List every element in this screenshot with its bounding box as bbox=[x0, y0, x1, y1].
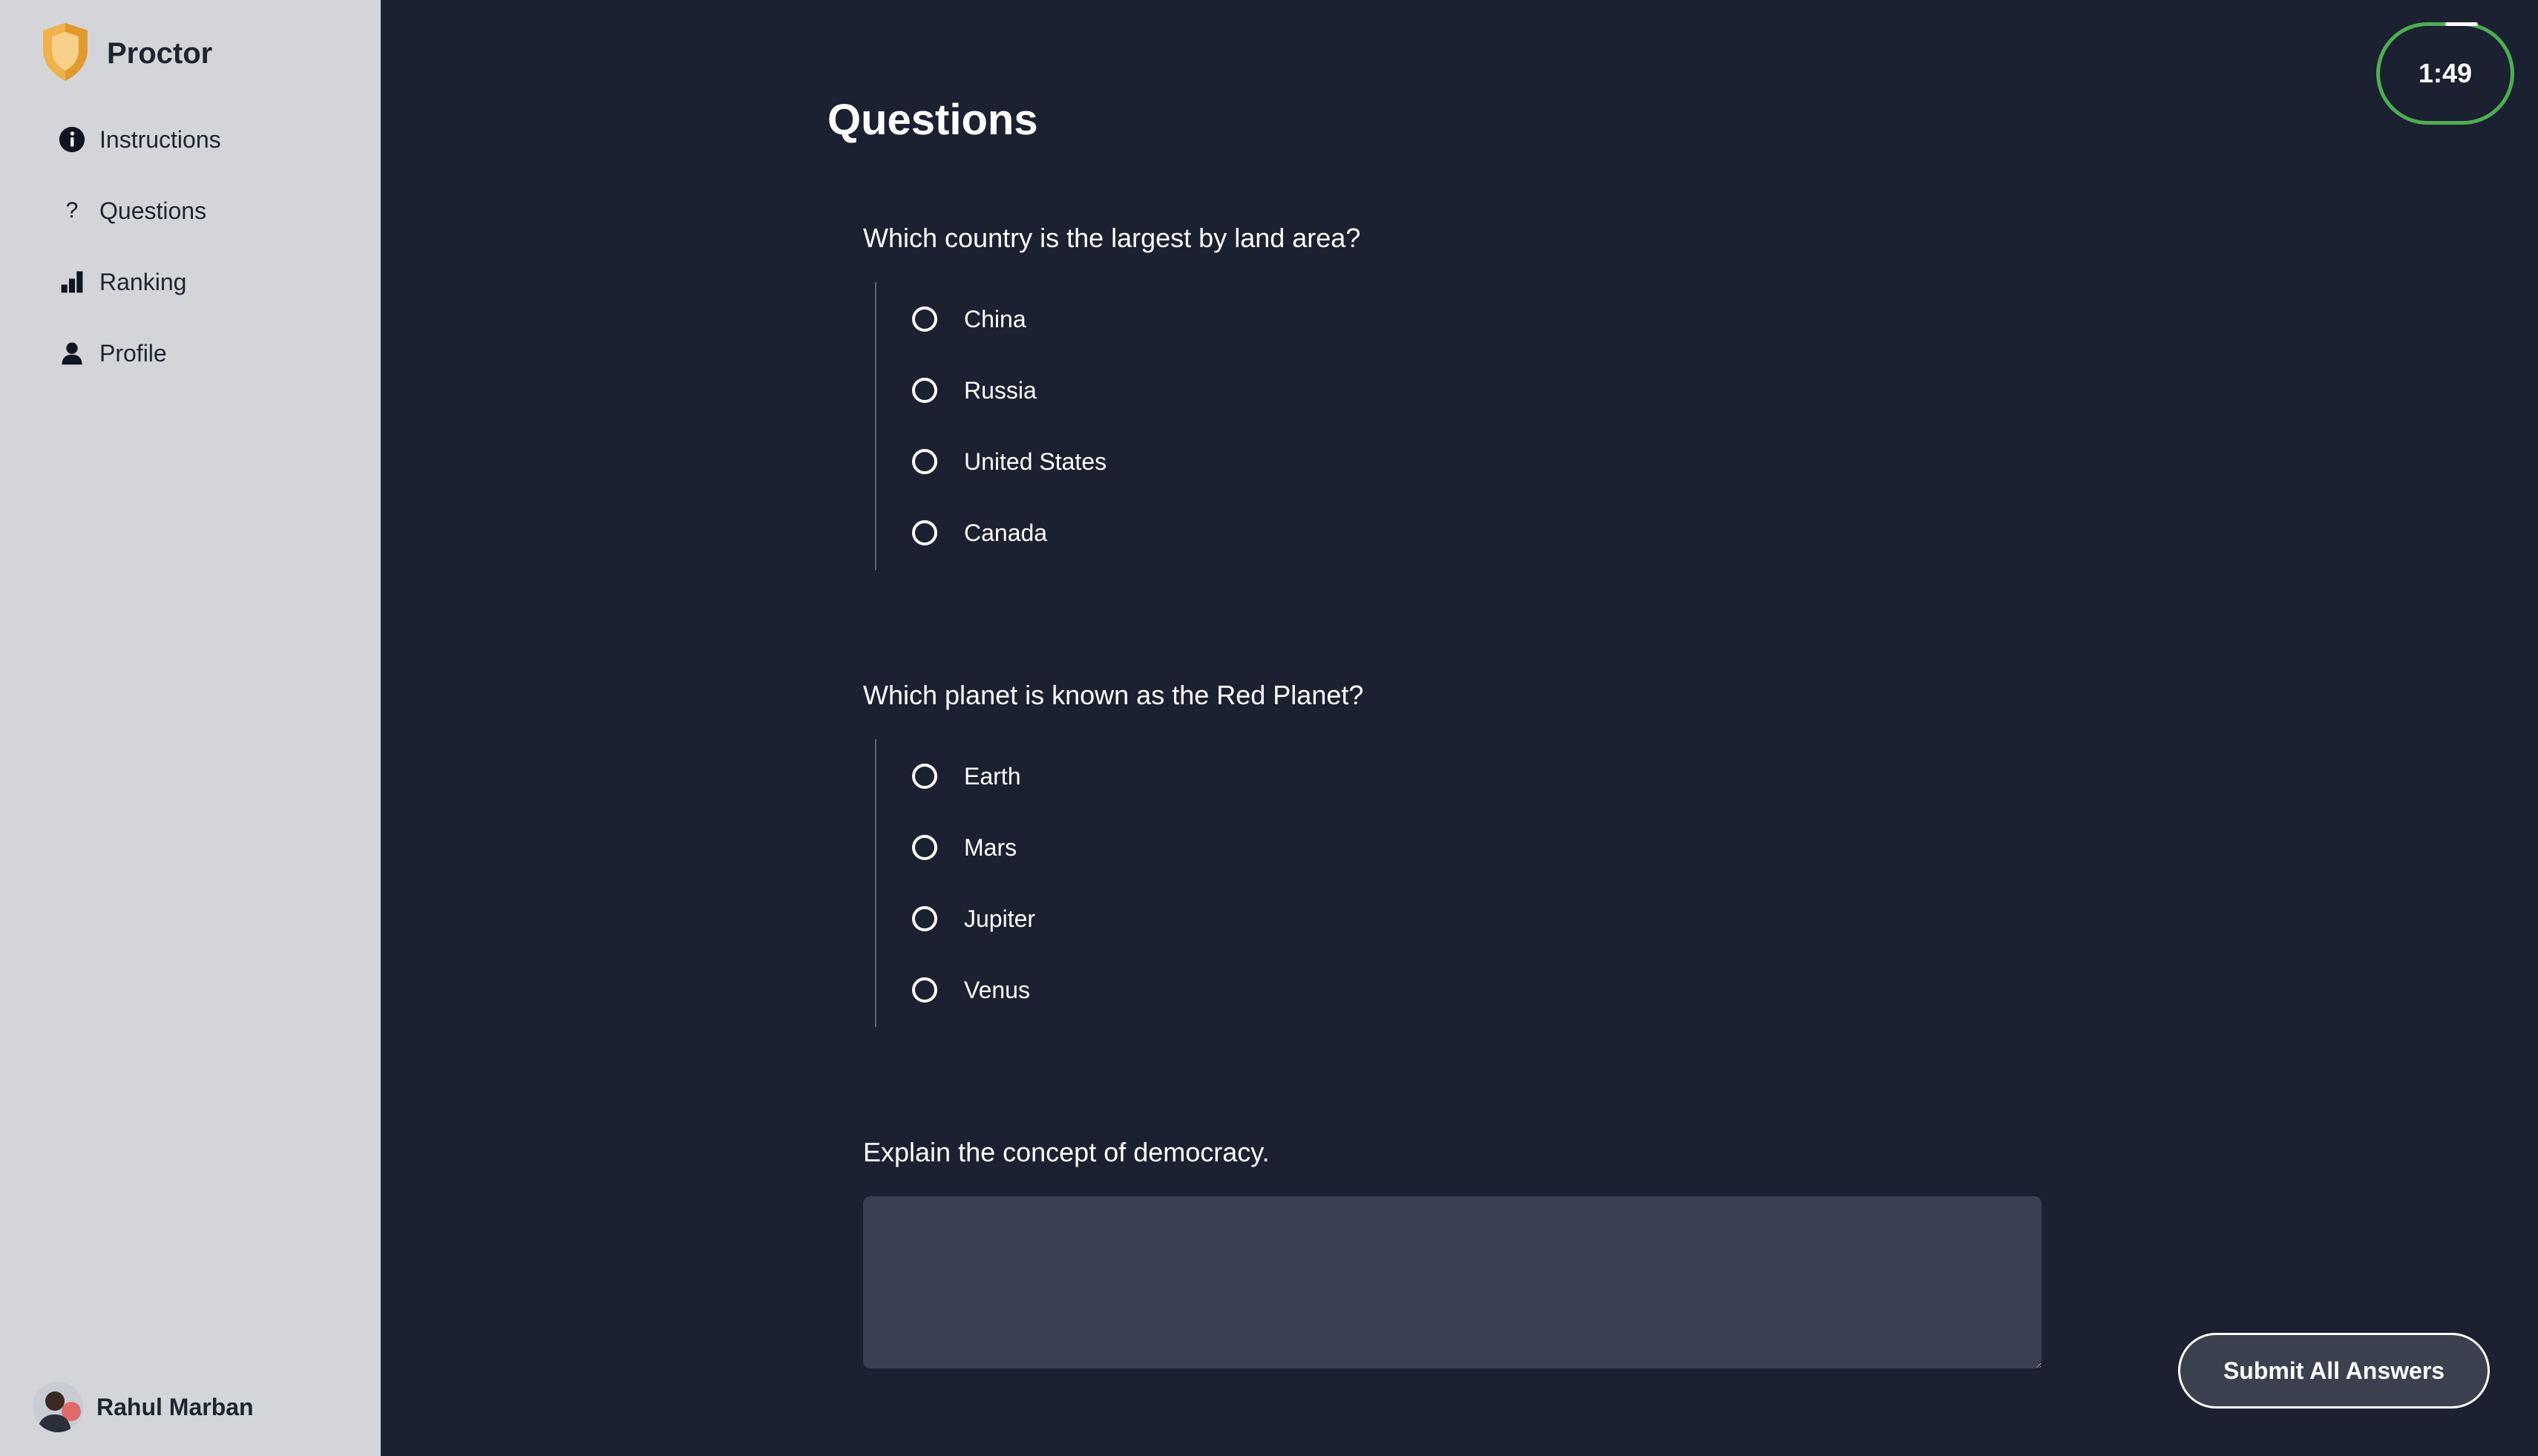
answer-textarea[interactable] bbox=[863, 1196, 2042, 1368]
page-title: Questions bbox=[827, 96, 1038, 144]
sidebar-item-instructions[interactable]: Instructions bbox=[55, 104, 367, 175]
radio-button[interactable] bbox=[912, 306, 937, 332]
option-label: United States bbox=[964, 447, 1107, 475]
option-item[interactable]: Venus bbox=[876, 954, 2043, 1026]
question-text: Explain the concept of democracy. bbox=[863, 1137, 1270, 1167]
option-item[interactable]: China bbox=[876, 283, 2043, 355]
option-label: Earth bbox=[964, 762, 1021, 790]
option-label: Jupiter bbox=[964, 905, 1036, 932]
option-label: Canada bbox=[964, 519, 1048, 546]
sidebar-item-questions[interactable]: ? Questions bbox=[55, 175, 367, 246]
option-item[interactable]: Jupiter bbox=[876, 883, 2043, 954]
sidebar-item-label: Profile bbox=[99, 339, 167, 367]
brand-name: Proctor bbox=[107, 36, 213, 70]
sidebar-nav: Instructions ? Questions Ranking Profile bbox=[55, 104, 367, 389]
bar-chart-icon bbox=[55, 265, 89, 299]
info-icon bbox=[55, 122, 89, 157]
option-item[interactable]: Russia bbox=[876, 355, 2043, 426]
option-item[interactable]: Canada bbox=[876, 497, 2043, 568]
option-item[interactable]: United States bbox=[876, 426, 2043, 497]
option-group: Earth Mars Jupiter Venus bbox=[875, 739, 2043, 1027]
radio-button[interactable] bbox=[912, 449, 937, 474]
sidebar-item-ranking[interactable]: Ranking bbox=[55, 246, 367, 318]
person-icon bbox=[55, 336, 89, 370]
question-card: Explain the concept of democracy. bbox=[863, 1137, 2043, 1372]
option-label: Venus bbox=[964, 976, 1030, 1003]
timer-text: 1:49 bbox=[2418, 58, 2473, 88]
sidebar-item-label: Ranking bbox=[99, 268, 187, 295]
sidebar-item-label: Instructions bbox=[99, 125, 221, 153]
sidebar-item-profile[interactable]: Profile bbox=[55, 318, 367, 389]
option-item[interactable]: Earth bbox=[876, 741, 2043, 812]
radio-button[interactable] bbox=[912, 977, 937, 1003]
radio-button[interactable] bbox=[912, 906, 937, 931]
user-profile[interactable]: Rahul Marban bbox=[33, 1382, 254, 1432]
question-text: Which planet is known as the Red Planet? bbox=[863, 680, 1364, 710]
radio-button[interactable] bbox=[912, 378, 937, 403]
main-content: Questions Which country is the largest b… bbox=[381, 0, 2538, 1456]
question-mark-icon: ? bbox=[65, 198, 79, 223]
user-name: Rahul Marban bbox=[96, 1393, 254, 1420]
option-label: China bbox=[964, 305, 1026, 332]
option-item[interactable]: Mars bbox=[876, 812, 2043, 883]
timer-progress-indicator bbox=[2445, 22, 2478, 26]
avatar bbox=[33, 1382, 83, 1432]
option-label: Mars bbox=[964, 833, 1017, 861]
shield-logo-icon bbox=[40, 22, 91, 86]
brand: Proctor bbox=[40, 22, 212, 85]
question-card: Which planet is known as the Red Planet?… bbox=[863, 680, 2043, 1027]
sidebar-item-label: Questions bbox=[99, 197, 207, 224]
radio-button[interactable] bbox=[912, 835, 937, 860]
option-label: Russia bbox=[964, 376, 1037, 404]
countdown-timer: 1:49 bbox=[2376, 22, 2514, 125]
radio-button[interactable] bbox=[912, 520, 937, 545]
option-group: China Russia United States Canada bbox=[875, 282, 2043, 570]
radio-button[interactable] bbox=[912, 764, 937, 789]
question-text: Which country is the largest by land are… bbox=[863, 223, 1361, 253]
sidebar: Proctor Instructions ? Questions Ranking… bbox=[0, 0, 381, 1456]
submit-all-answers-button[interactable]: Submit All Answers bbox=[2178, 1333, 2490, 1409]
question-card: Which country is the largest by land are… bbox=[863, 223, 2043, 570]
